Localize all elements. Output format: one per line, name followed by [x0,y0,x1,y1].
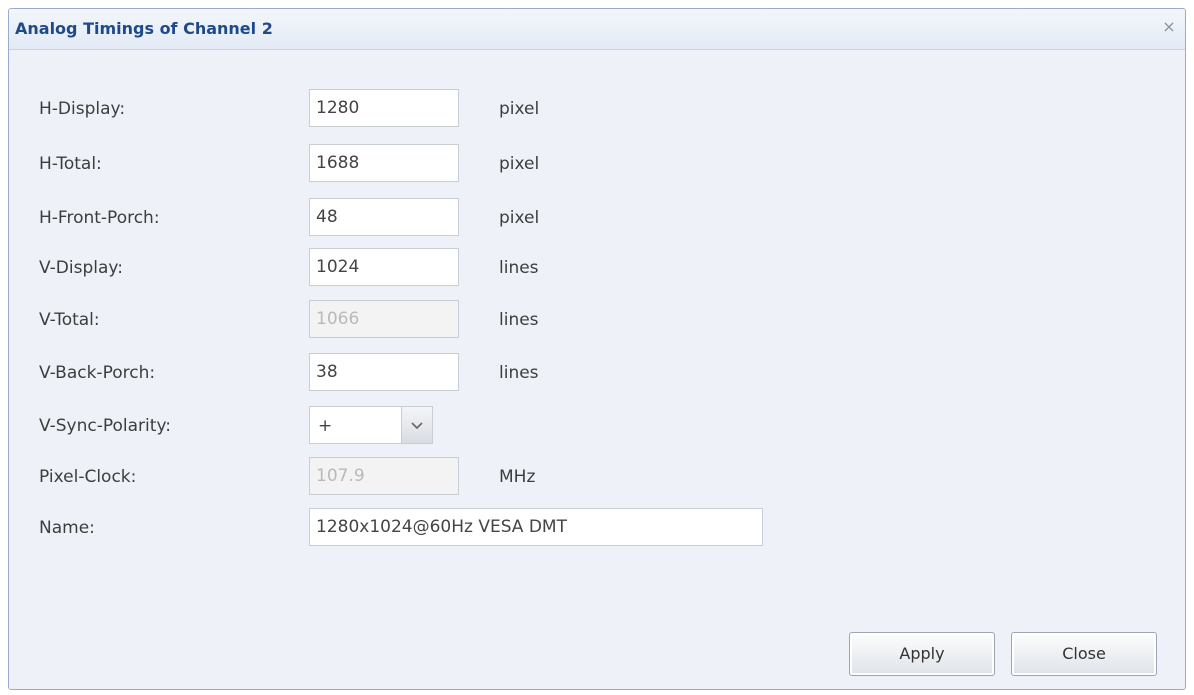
h-total-label: H-Total: [39,154,102,174]
v-back-porch-label: V-Back-Porch: [39,363,156,383]
v-back-porch-unit: lines [499,363,539,383]
row-v-back-porch: V-Back-Porch: lines [9,353,1185,395]
h-front-porch-field[interactable] [309,198,459,236]
row-h-total: H-Total: pixel [9,144,1185,186]
v-total-field [309,300,459,338]
v-display-unit: lines [499,258,539,278]
v-sync-polarity-label: V-Sync-Polarity: [39,416,171,436]
v-display-field[interactable] [309,248,459,286]
row-h-front-porch: H-Front-Porch: pixel [9,198,1185,240]
v-back-porch-field[interactable] [309,353,459,391]
h-total-field[interactable] [309,144,459,182]
row-v-sync-polarity: V-Sync-Polarity: + [9,406,1185,448]
pixel-clock-label: Pixel-Clock: [39,467,137,487]
name-field[interactable] [309,508,763,546]
h-total-unit: pixel [499,154,540,174]
close-icon[interactable]: × [1159,17,1179,37]
analog-timings-dialog: Analog Timings of Channel 2 × H-Display:… [8,8,1186,690]
chevron-down-icon[interactable] [401,407,432,443]
v-sync-polarity-select[interactable]: + [309,406,433,444]
dialog-body: H-Display: pixel H-Total: pixel H-Front-… [9,50,1185,689]
pixel-clock-field [309,457,459,495]
row-v-display: V-Display: lines [9,248,1185,290]
close-button[interactable]: Close [1011,632,1157,676]
row-pixel-clock: Pixel-Clock: MHz [9,457,1185,499]
dialog-titlebar[interactable]: Analog Timings of Channel 2 × [9,9,1185,50]
row-v-total: V-Total: lines [9,300,1185,342]
v-total-label: V-Total: [39,310,100,330]
h-display-label: H-Display: [39,99,126,119]
row-h-display: H-Display: pixel [9,89,1185,131]
pixel-clock-unit: MHz [499,467,536,487]
v-sync-polarity-value: + [318,416,333,436]
v-display-label: V-Display: [39,258,123,278]
h-display-unit: pixel [499,99,540,119]
h-front-porch-label: H-Front-Porch: [39,208,160,228]
row-name: Name: [9,508,1185,550]
name-label: Name: [39,518,95,538]
h-front-porch-unit: pixel [499,208,540,228]
v-total-unit: lines [499,310,539,330]
h-display-field[interactable] [309,89,459,127]
dialog-title: Analog Timings of Channel 2 [15,19,273,38]
apply-button[interactable]: Apply [849,632,995,676]
